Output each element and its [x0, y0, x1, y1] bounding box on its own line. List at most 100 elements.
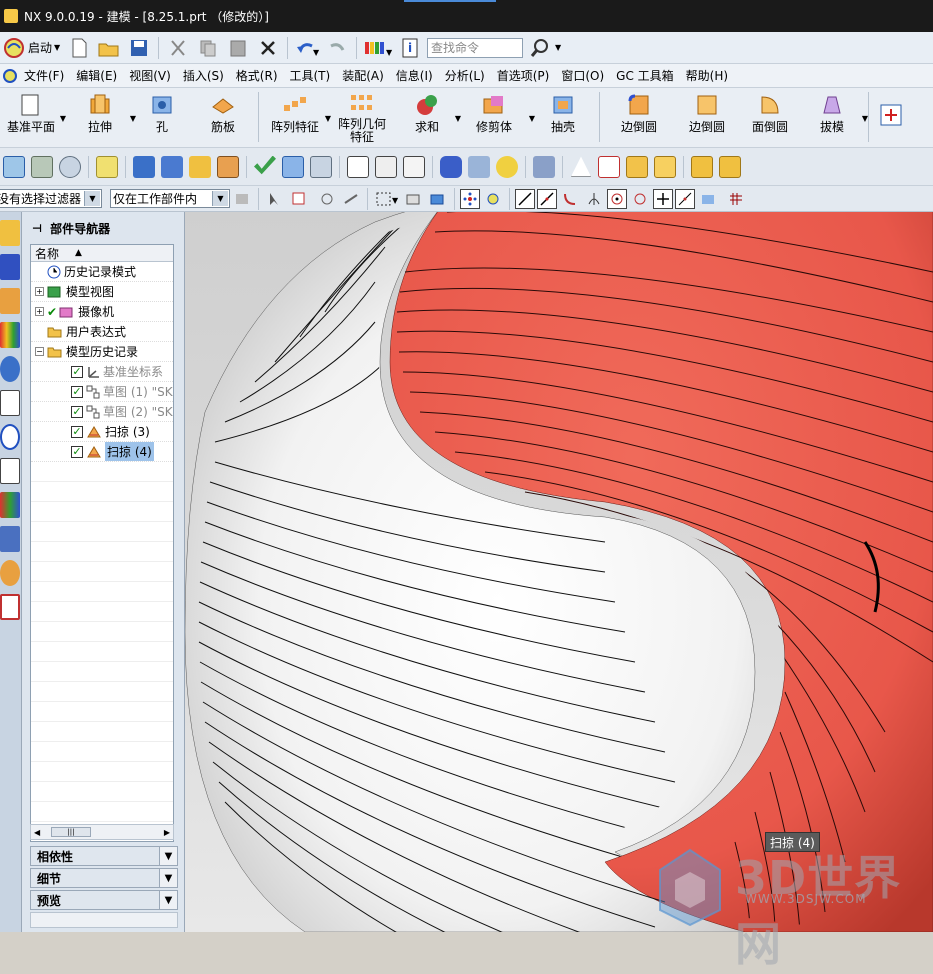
hammer-icon[interactable]: [161, 155, 183, 178]
select-face-button[interactable]: [428, 186, 448, 212]
snap-grid-button[interactable]: [726, 186, 746, 212]
rib-button[interactable]: 筋板: [192, 88, 254, 146]
tree-item-history-mode[interactable]: 历史记录模式: [31, 262, 173, 282]
snap-quadrant-button[interactable]: [630, 186, 650, 212]
delete-button[interactable]: [255, 35, 281, 61]
checkbox[interactable]: ✓: [71, 385, 83, 398]
menu-file[interactable]: 文件(F): [18, 67, 70, 84]
pin-icon[interactable]: ⊣: [32, 222, 42, 235]
assembly-navigator-tab[interactable]: [0, 220, 20, 246]
draft-button[interactable]: 拔模 ▼: [800, 88, 868, 146]
extrude-button[interactable]: 拉伸 ▼: [68, 88, 136, 146]
menu-edit[interactable]: 编辑(E): [70, 67, 123, 84]
menu-insert[interactable]: 插入(S): [177, 67, 230, 84]
snap-on-curve-button[interactable]: [675, 188, 695, 209]
unite-button[interactable]: 求和 ▼: [397, 88, 461, 146]
menu-information[interactable]: 信息(I): [390, 67, 439, 84]
menu-view[interactable]: 视图(V): [123, 67, 177, 84]
menu-analysis[interactable]: 分析(L): [439, 67, 491, 84]
spring-icon[interactable]: [468, 155, 490, 178]
shell-button[interactable]: 抽壳: [531, 88, 595, 146]
checkbox[interactable]: ✓: [71, 425, 83, 438]
trim-body-button[interactable]: 修剪体 ▼: [457, 88, 535, 146]
save-button[interactable]: [126, 35, 152, 61]
start-button[interactable]: 启动 ▼: [2, 35, 62, 61]
history-tab[interactable]: [0, 424, 20, 450]
command-search-input[interactable]: 查找命令: [427, 37, 523, 58]
preview-panel[interactable]: 预览 ▼: [30, 890, 178, 910]
tree-item-sketch-2[interactable]: ✓ 草图 (2) "SK: [31, 402, 173, 422]
menu-window[interactable]: 窗口(O): [555, 67, 610, 84]
open-button[interactable]: [96, 35, 122, 61]
new-file-button[interactable]: [66, 35, 92, 61]
tree-item-model-views[interactable]: + 模型视图: [31, 282, 173, 302]
snap-arc-center-button[interactable]: [607, 188, 627, 209]
expand-icon[interactable]: +: [35, 287, 44, 296]
tree-item-swept-3[interactable]: ✓ 扫掠 (3): [31, 422, 173, 442]
menu-assemblies[interactable]: 装配(A): [336, 67, 390, 84]
checkbox[interactable]: ✓: [71, 405, 83, 418]
menu-help[interactable]: 帮助(H): [680, 67, 734, 84]
search-button[interactable]: [527, 35, 553, 61]
select-region-button[interactable]: ▼: [374, 186, 400, 212]
paste-button[interactable]: [225, 35, 251, 61]
details-panel[interactable]: 细节 ▼: [30, 868, 178, 888]
green-check-icon[interactable]: [254, 155, 276, 175]
select-tool-1[interactable]: [265, 186, 285, 212]
selection-scope-dropdown[interactable]: 仅在工作部件内 ▼: [110, 189, 230, 208]
display-button[interactable]: ▼: [363, 35, 393, 61]
connections-icon[interactable]: [654, 155, 676, 178]
surface-icon-3[interactable]: [403, 155, 425, 178]
reuse-library-tab[interactable]: [0, 322, 20, 348]
info-button[interactable]: i: [397, 35, 423, 61]
menu-preferences[interactable]: 首选项(P): [491, 67, 556, 84]
graphics-viewport[interactable]: [185, 212, 933, 932]
triangle-icon[interactable]: [571, 156, 591, 177]
tree-item-user-expressions[interactable]: 用户表达式: [31, 322, 173, 342]
navigator-hscrollbar[interactable]: ◀ ||| ▶: [30, 824, 174, 840]
select-tool-4[interactable]: [341, 186, 361, 212]
coil-icon[interactable]: [496, 155, 518, 178]
tree-item-sketch-1[interactable]: ✓ 草图 (1) "SK: [31, 382, 173, 402]
snap-existing-point-button[interactable]: [653, 188, 673, 209]
datum-plane-button[interactable]: 基准平面 ▼: [0, 88, 66, 146]
hd3d-tools-tab[interactable]: [0, 356, 20, 382]
undo-button[interactable]: ▼: [294, 35, 320, 61]
expand-icon[interactable]: +: [35, 307, 44, 316]
redo-button[interactable]: [324, 35, 350, 61]
cylinder-icon[interactable]: [440, 155, 462, 178]
tree-item-swept-4[interactable]: ✓ 扫掠 (4): [31, 442, 173, 462]
surface-icon-2[interactable]: [375, 155, 397, 178]
manufacturing-wizards-tab[interactable]: [0, 492, 20, 518]
globe-icon[interactable]: [59, 155, 81, 178]
snap-endpoint-button[interactable]: [515, 188, 535, 209]
selection-filter-dropdown[interactable]: 没有选择过滤器 ▼: [0, 189, 102, 208]
stack-icon-2[interactable]: [719, 155, 741, 178]
menu-format[interactable]: 格式(R): [230, 67, 284, 84]
snap-on-face-button[interactable]: [698, 186, 718, 212]
table-icon[interactable]: [598, 155, 620, 178]
snap-point-button[interactable]: [460, 188, 480, 209]
constraint-navigator-tab[interactable]: [0, 254, 20, 280]
blue-arrow-icon[interactable]: [133, 155, 155, 178]
system-scenes-tab[interactable]: [0, 560, 20, 586]
copy-button[interactable]: [195, 35, 221, 61]
menu-gc-toolkit[interactable]: GC 工具箱: [610, 67, 680, 84]
menu-tools[interactable]: 工具(T): [284, 67, 337, 84]
snap-midpoint-button[interactable]: [537, 188, 557, 209]
part-navigator-tab[interactable]: [0, 288, 20, 314]
select-tool-3[interactable]: [317, 186, 337, 212]
snap-control-button[interactable]: [560, 186, 580, 212]
scroll-left-icon[interactable]: ◀: [34, 828, 40, 837]
check-arrow-icon[interactable]: [189, 155, 211, 178]
edge-blend-button-2[interactable]: 边倒圆: [674, 88, 740, 146]
toolbar-dropdown-icon[interactable]: ▼: [555, 43, 561, 52]
pattern-geometry-button[interactable]: 阵列几何 特征: [327, 88, 397, 146]
image-icon[interactable]: [626, 155, 648, 178]
abc-icon[interactable]: [217, 155, 239, 178]
filter-options-button[interactable]: [232, 186, 252, 212]
surface-icon-1[interactable]: [347, 155, 369, 178]
tree-item-model-history[interactable]: − 模型历史记录: [31, 342, 173, 362]
scroll-right-icon[interactable]: ▶: [164, 828, 170, 837]
process-studio-tab[interactable]: [0, 458, 20, 484]
